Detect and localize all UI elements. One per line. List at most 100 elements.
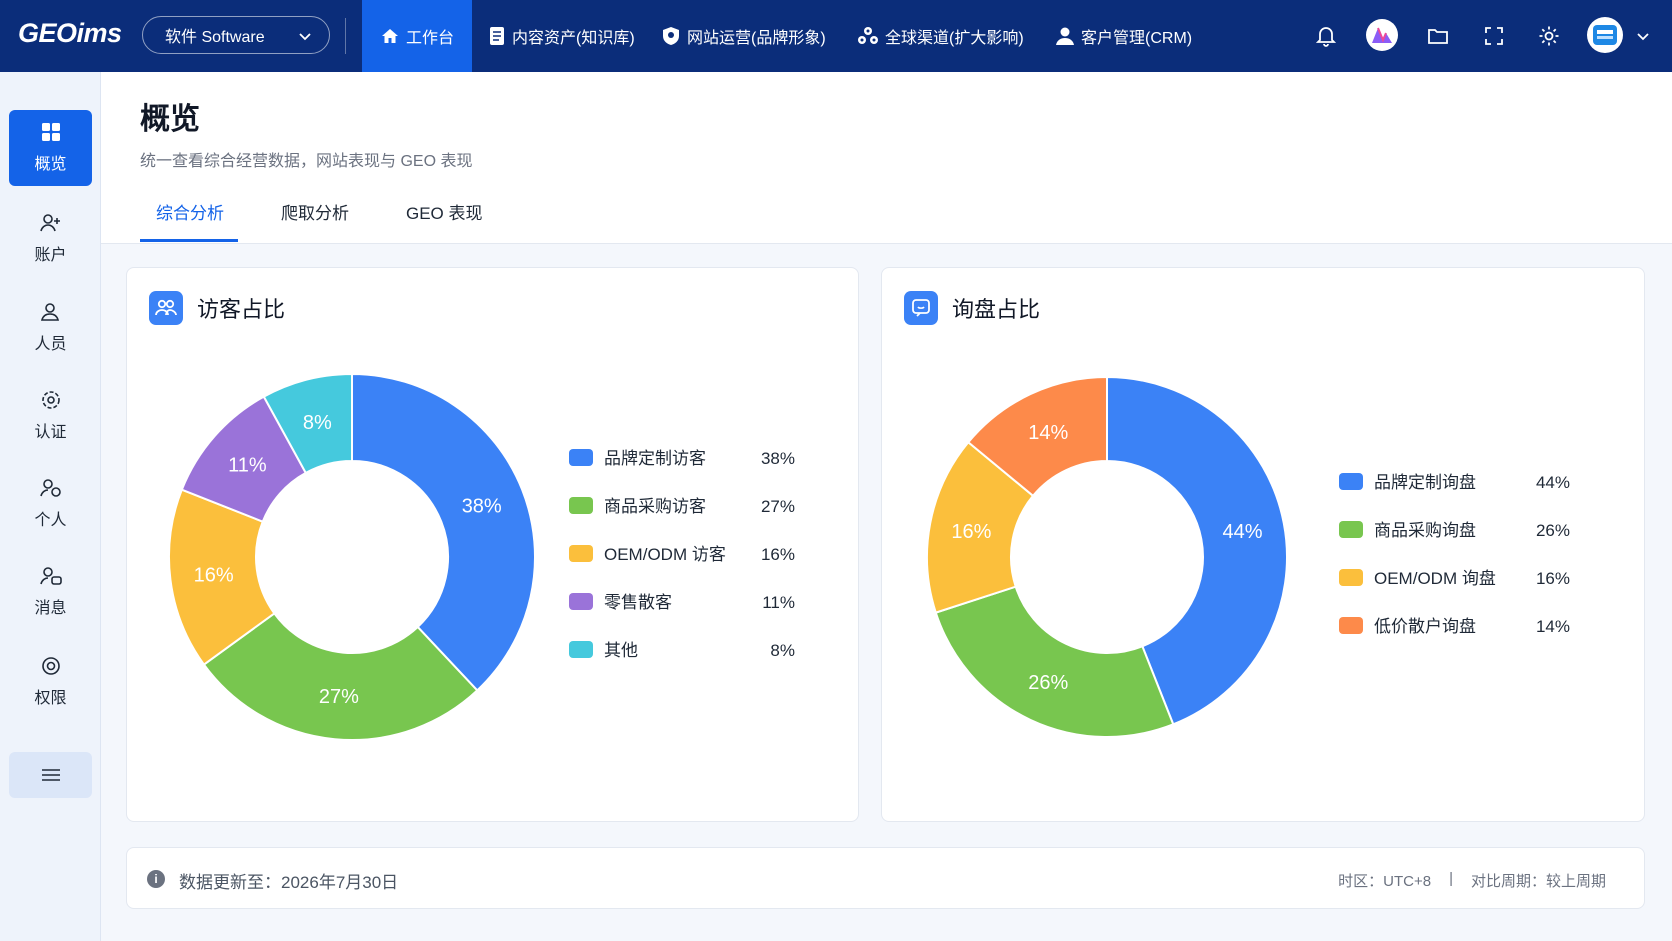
legend-label[interactable]: 低价散户询盘 xyxy=(1374,617,1476,636)
chevron-down-icon[interactable] xyxy=(1635,28,1651,44)
legend-swatch xyxy=(1339,617,1363,634)
nav-workbench[interactable]: 工作台 xyxy=(362,0,472,72)
legend-label[interactable]: 品牌定制询盘 xyxy=(1374,473,1476,492)
user-icon xyxy=(1056,27,1074,45)
footer-meta: 时区：UTC+8 | 对比周期：较上周期 xyxy=(1338,870,1606,891)
nav-content-assets[interactable]: 内容资产(知识库) xyxy=(488,0,635,72)
legend-label[interactable]: 商品采购访客 xyxy=(604,497,706,516)
slice-label: 14% xyxy=(1028,422,1068,444)
nav-label: 客户管理(CRM) xyxy=(1081,30,1193,47)
channels-icon xyxy=(858,27,878,44)
nav-label: 网站运营(品牌形象) xyxy=(687,30,826,47)
sidebar-item-label: 概览 xyxy=(34,156,67,173)
slice-label: 26% xyxy=(1028,672,1068,694)
meta-separator: | xyxy=(1449,870,1453,887)
software-select-label: 软件 Software xyxy=(165,29,265,46)
grid-icon xyxy=(41,123,60,141)
legend-swatch xyxy=(569,593,593,610)
target-icon xyxy=(41,657,60,675)
legend-swatch xyxy=(569,545,593,562)
sidebar-item-messages[interactable]: 消息 xyxy=(9,554,92,630)
slice-label: 8% xyxy=(303,412,332,434)
slice-label: 16% xyxy=(951,521,991,543)
sidebar-item-permissions[interactable]: 权限 xyxy=(9,644,92,720)
notification-button[interactable] xyxy=(1312,22,1340,50)
message-person-icon xyxy=(39,567,62,585)
donut-slice[interactable] xyxy=(934,585,1175,738)
sidebar: 概览 账户 人员 认证 个人 消息 权限 xyxy=(0,72,101,941)
sidebar-item-overview[interactable]: 概览 xyxy=(9,110,92,186)
software-select[interactable]: 软件 Software xyxy=(142,16,330,54)
sidebar-item-label: 认证 xyxy=(34,424,67,441)
ai-assistant-button[interactable] xyxy=(1366,19,1398,51)
chevron-down-icon xyxy=(299,33,311,41)
folder-icon xyxy=(1428,29,1448,44)
active-tab-indicator xyxy=(140,239,238,242)
sidebar-item-staff[interactable]: 人员 xyxy=(9,290,92,366)
legend-percentage: 26% xyxy=(1536,521,1570,540)
legend-label[interactable]: OEM/ODM 访客 xyxy=(604,545,726,564)
legend-label[interactable]: 其他 xyxy=(604,641,638,660)
legend-percentage: 27% xyxy=(761,497,795,516)
compare-period-text: 对比周期：较上周期 xyxy=(1470,873,1606,890)
page-subtitle: 统一查看综合经营数据，网站表现与 GEO 表现 xyxy=(140,153,473,170)
legend-percentage: 14% xyxy=(1536,617,1570,636)
legend-percentage: 44% xyxy=(1536,473,1570,492)
legend-percentage: 16% xyxy=(761,545,795,564)
fullscreen-button[interactable] xyxy=(1480,22,1508,50)
company-avatar[interactable] xyxy=(1587,17,1623,53)
legend-swatch xyxy=(569,641,593,658)
legend-label[interactable]: 零售散客 xyxy=(604,593,672,612)
folder-button[interactable] xyxy=(1424,22,1452,50)
legend-label[interactable]: 商品采购询盘 xyxy=(1374,521,1476,540)
nav-website-ops[interactable]: 网站运营(品牌形象) xyxy=(661,0,826,72)
sidebar-item-personal[interactable]: 个人 xyxy=(9,466,92,542)
tab-overall-analysis[interactable]: 综合分析 xyxy=(156,199,224,224)
nav-label: 全球渠道(扩大影响) xyxy=(885,30,1024,47)
data-footer: i 数据更新至：2026年7月30日 时区：UTC+8 | 对比周期：较上周期 xyxy=(126,847,1645,909)
nav-label: 内容资产(知识库) xyxy=(512,30,635,47)
nav-label: 工作台 xyxy=(405,30,454,47)
visitor-share-card: 访客占比 38% 27% 16% 11% 8% 品牌定制访客 38% 商品采购访客 27% OEM… xyxy=(126,267,859,822)
sidebar-item-account[interactable]: 账户 xyxy=(9,201,92,277)
sidebar-item-label: 人员 xyxy=(34,336,67,353)
sidebar-toggle-button[interactable] xyxy=(9,752,92,798)
shield-icon xyxy=(663,27,679,45)
fullscreen-icon xyxy=(1485,27,1503,45)
sidebar-item-certification[interactable]: 认证 xyxy=(9,378,92,454)
tab-crawl-analysis[interactable]: 爬取分析 xyxy=(281,199,349,224)
page-title: 概览 xyxy=(140,103,200,136)
legend-swatch xyxy=(1339,473,1363,490)
legend-swatch xyxy=(569,497,593,514)
home-icon xyxy=(381,29,398,43)
legend-label[interactable]: OEM/ODM 询盘 xyxy=(1374,569,1496,588)
visitor-donut-chart: 38% 27% 16% 11% 8% 品牌定制访客 38% 商品采购访客 27% OEM/ODM … xyxy=(168,372,795,741)
app-logo[interactable]: GEOims xyxy=(18,18,122,49)
nav-global-channels[interactable]: 全球渠道(扩大影响) xyxy=(857,0,1024,72)
bell-icon xyxy=(1316,27,1336,47)
legend-percentage: 16% xyxy=(1536,569,1570,588)
timezone-text: 时区：UTC+8 xyxy=(1338,873,1432,890)
company-avatar-icon xyxy=(1593,25,1617,45)
donut-slice[interactable] xyxy=(351,372,536,692)
info-icon: i xyxy=(147,870,165,888)
settings-button[interactable] xyxy=(1535,22,1563,50)
legend-swatch xyxy=(1339,521,1363,538)
legend-label[interactable]: 品牌定制访客 xyxy=(604,449,706,468)
slice-label: 11% xyxy=(228,455,267,477)
nav-crm[interactable]: 客户管理(CRM) xyxy=(1055,0,1192,72)
menu-icon xyxy=(41,769,60,781)
settings-badge-icon xyxy=(41,391,60,409)
slice-label: 44% xyxy=(1223,521,1263,543)
legend-swatch xyxy=(569,449,593,466)
data-update-time: 数据更新至：2026年7月30日 xyxy=(179,873,399,892)
legend-swatch xyxy=(1339,569,1363,586)
legend-percentage: 38% xyxy=(761,449,795,468)
gear-icon xyxy=(1539,26,1559,46)
sidebar-item-label: 个人 xyxy=(34,512,67,529)
people-icon xyxy=(40,303,59,321)
tab-geo-performance[interactable]: GEO 表现 xyxy=(406,199,483,224)
ai-avatar-icon xyxy=(1372,27,1392,43)
sidebar-item-label: 权限 xyxy=(34,690,67,707)
inquiry-share-card: 询盘占比 44% 26% 16% 14% 品牌定制询盘 44% 商品采购询盘 26% OEM/O… xyxy=(881,267,1645,822)
